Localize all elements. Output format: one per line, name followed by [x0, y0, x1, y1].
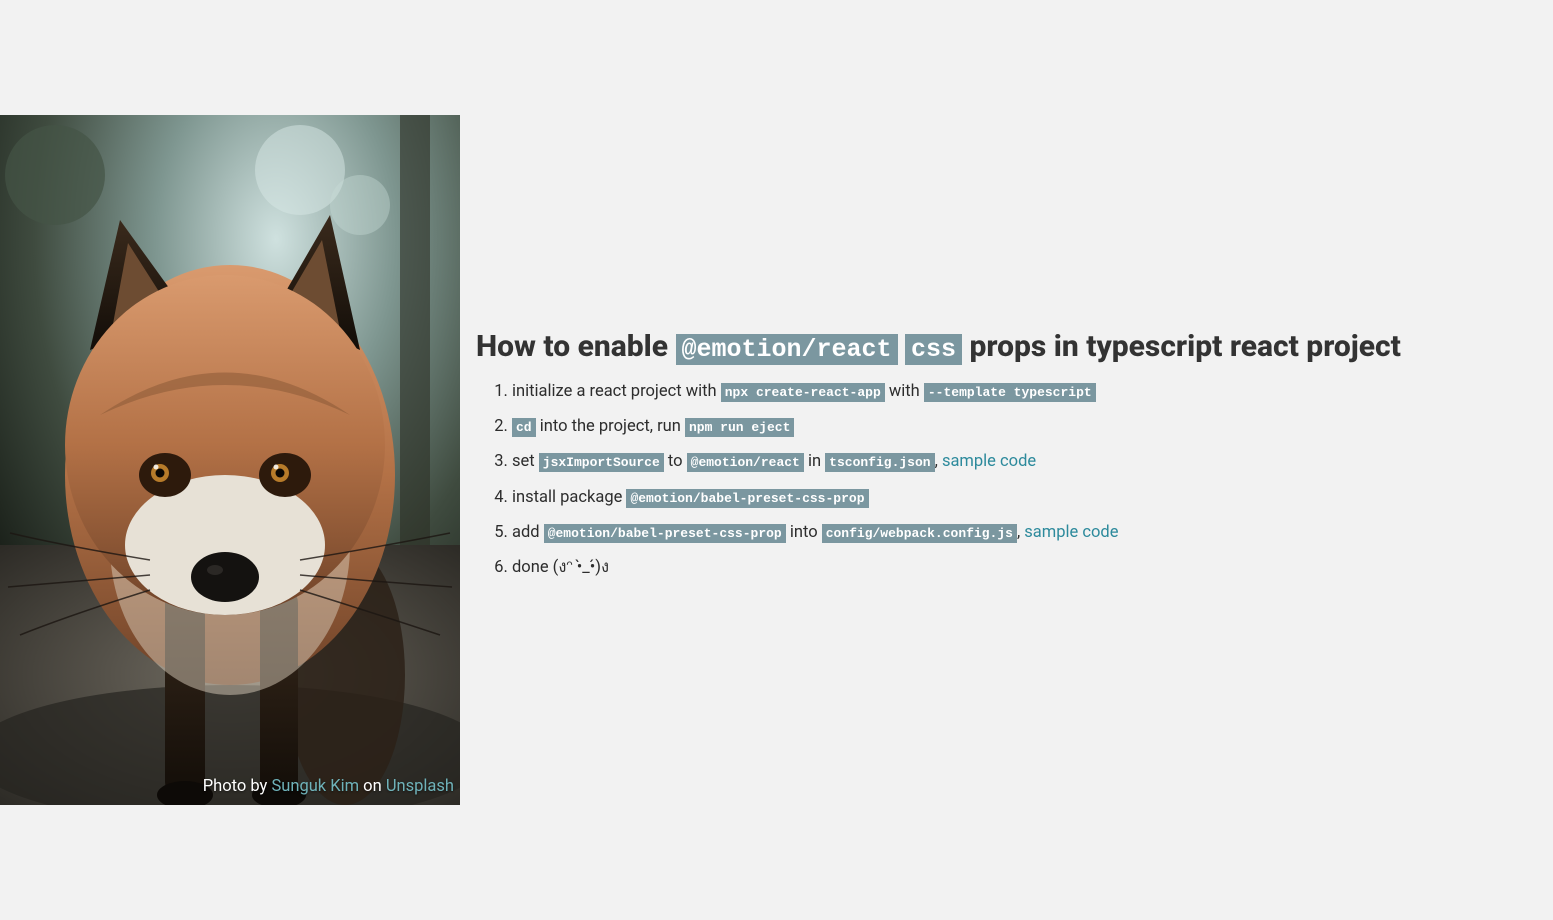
- photo-credit: Photo by Sunguk Kim on Unsplash: [203, 776, 454, 797]
- hero-sidebar: Photo by Sunguk Kim on Unsplash: [0, 0, 460, 920]
- step-4: install package @emotion/babel-preset-cs…: [512, 486, 1476, 509]
- code-snippet: jsxImportSource: [539, 453, 664, 472]
- code-snippet: npm run eject: [685, 418, 794, 437]
- step-text: initialize a react project with: [512, 382, 721, 401]
- title-pre: How to enable: [476, 329, 676, 364]
- code-snippet: --template typescript: [924, 383, 1096, 402]
- article-content: How to enable @emotion/react css props i…: [460, 0, 1553, 920]
- step-1: initialize a react project with npx crea…: [512, 380, 1476, 403]
- step-6: done (งᵔ •̀_•́)ง: [512, 556, 1476, 579]
- step-text: set: [512, 452, 539, 471]
- credit-author-link[interactable]: Sunguk Kim: [271, 777, 359, 796]
- credit-prefix: Photo by: [203, 777, 272, 796]
- code-snippet: @emotion/babel-preset-css-prop: [626, 489, 868, 508]
- step-text: in: [804, 452, 825, 471]
- sample-code-link[interactable]: sample code: [942, 452, 1036, 471]
- steps-list: initialize a react project with npx crea…: [476, 380, 1476, 579]
- step-text: install package: [512, 488, 626, 507]
- step-5: add @emotion/babel-preset-css-prop into …: [512, 521, 1476, 544]
- step-text: to: [664, 452, 687, 471]
- step-2: cd into the project, run npm run eject: [512, 415, 1476, 438]
- step-text: into the project, run: [536, 417, 685, 436]
- step-text: add: [512, 523, 544, 542]
- title-post: props in typescript react project: [962, 329, 1401, 364]
- hero-image: Photo by Sunguk Kim on Unsplash: [0, 115, 460, 805]
- step-text: done (งᵔ •̀_•́)ง: [512, 558, 609, 577]
- credit-site-link[interactable]: Unsplash: [386, 777, 454, 796]
- code-snippet: config/webpack.config.js: [822, 524, 1017, 543]
- sample-code-link[interactable]: sample code: [1024, 523, 1118, 542]
- code-snippet: @emotion/react: [687, 453, 804, 472]
- step-text: into: [786, 523, 822, 542]
- code-snippet: tsconfig.json: [825, 453, 934, 472]
- step-3: set jsxImportSource to @emotion/react in…: [512, 450, 1476, 473]
- title-code-css: css: [905, 334, 962, 365]
- title-code-emotion: @emotion/react: [676, 334, 898, 365]
- code-snippet: cd: [512, 418, 536, 437]
- step-text: with: [885, 382, 924, 401]
- code-snippet: npx create-react-app: [721, 383, 885, 402]
- step-text: ,: [935, 452, 942, 471]
- code-snippet: @emotion/babel-preset-css-prop: [544, 524, 786, 543]
- page-title: How to enable @emotion/react css props i…: [476, 329, 1476, 364]
- credit-mid: on: [359, 777, 386, 796]
